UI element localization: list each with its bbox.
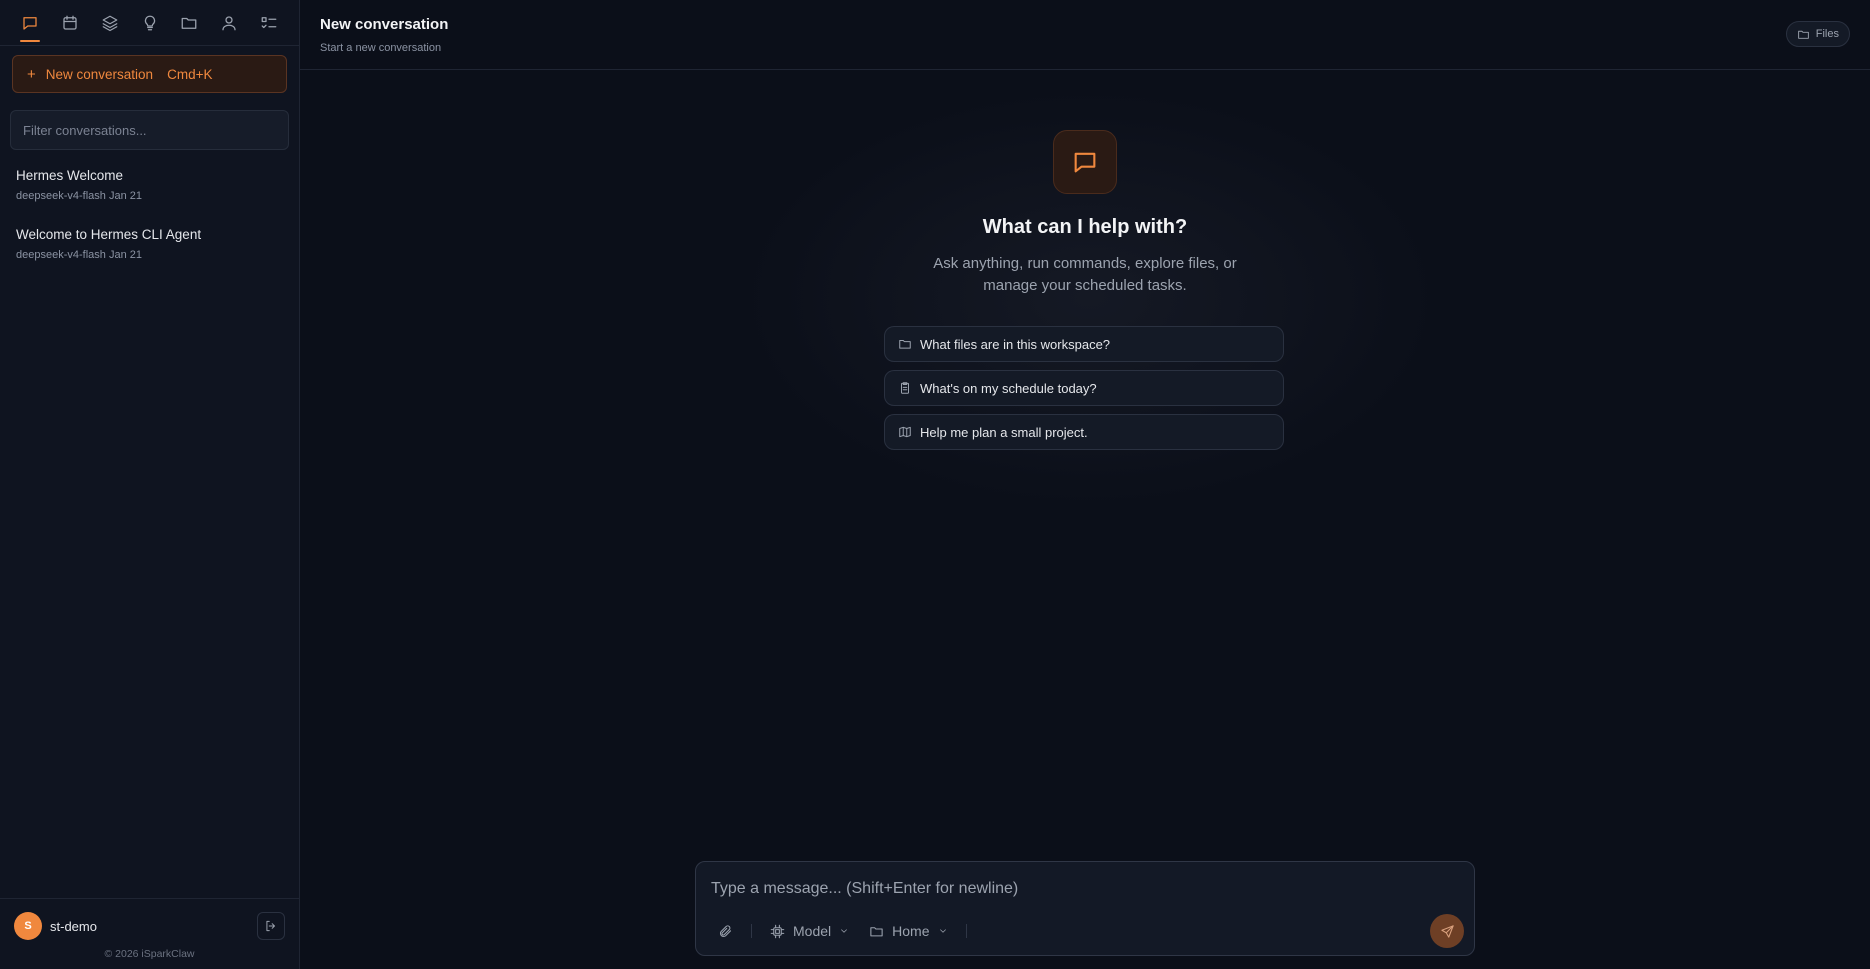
cpu-icon — [770, 924, 785, 938]
message-composer: Model Home — [695, 861, 1475, 956]
send-button[interactable] — [1430, 914, 1464, 948]
send-icon — [1440, 924, 1454, 938]
logout-icon — [266, 920, 275, 932]
checklist-icon[interactable] — [249, 0, 289, 46]
conversation-meta: deepseek-v4-flash Jan 21 — [16, 190, 283, 202]
suggestion-label: What's on my schedule today? — [920, 380, 1097, 396]
paperclip-icon — [720, 924, 732, 937]
avatar[interactable]: S — [14, 912, 42, 940]
empty-state-hero: What can I help with? Ask anything, run … — [300, 130, 1870, 297]
model-selector[interactable]: Model — [760, 916, 859, 946]
suggestion-button[interactable]: Help me plan a small project. — [884, 414, 1284, 450]
new-conversation-button[interactable]: + New conversation Cmd+K — [12, 55, 287, 93]
hero-title: What can I help with? — [982, 216, 1188, 238]
conversation-list: Hermes Welcome deepseek-v4-flash Jan 21 … — [0, 166, 299, 284]
main-panel: New conversation Start a new conversatio… — [300, 0, 1870, 969]
folder-icon[interactable] — [169, 0, 209, 46]
user-icon[interactable] — [209, 0, 249, 46]
map-icon — [899, 426, 911, 438]
conversation-title: Welcome to Hermes CLI Agent — [16, 227, 202, 242]
chat-bubble-icon — [1053, 130, 1117, 194]
conversation-date: Jan 21 — [108, 249, 142, 261]
new-conversation-label: New conversation — [45, 66, 154, 82]
suggestion-button[interactable]: What files are in this workspace? — [884, 326, 1284, 362]
conversation-meta: deepseek-v4-flash Jan 21 — [16, 249, 283, 261]
message-input[interactable] — [711, 876, 1451, 902]
layers-icon[interactable] — [90, 0, 130, 46]
chevron-down-icon — [939, 929, 946, 933]
user-row: S st-demo — [0, 899, 299, 943]
folder-icon — [1797, 30, 1809, 39]
lightbulb-icon[interactable] — [130, 0, 170, 46]
files-label: Files — [1815, 28, 1839, 40]
logout-button[interactable] — [257, 912, 285, 940]
folder-icon — [870, 926, 883, 936]
calendar-icon[interactable] — [50, 0, 90, 46]
workspace-label: Home — [892, 923, 930, 939]
chat-icon[interactable] — [10, 0, 50, 46]
toolbar-divider — [965, 924, 967, 938]
files-button[interactable]: Files — [1785, 21, 1850, 47]
clipboard-icon — [901, 382, 909, 394]
plus-icon: + — [27, 65, 36, 83]
conversation-model: deepseek-v4-flash — [16, 190, 106, 202]
conversation-model: deepseek-v4-flash — [16, 249, 106, 261]
main-header: New conversation Start a new conversatio… — [300, 0, 1870, 70]
chevron-down-icon — [841, 929, 847, 933]
toolbar-divider — [751, 924, 752, 938]
conversation-title: Hermes Welcome — [16, 168, 124, 183]
username: st-demo — [50, 918, 97, 934]
model-label: Model — [793, 923, 832, 939]
new-conversation-shortcut: Cmd+K — [167, 66, 213, 82]
filter-conversations-input[interactable] — [10, 110, 289, 150]
conversation-item[interactable]: Hermes Welcome deepseek-v4-flash Jan 21 — [0, 166, 299, 225]
suggestion-label: What files are in this workspace? — [920, 336, 1111, 352]
conversation-date: Jan 21 — [108, 190, 142, 202]
workspace-selector[interactable]: Home — [859, 916, 957, 946]
folder-icon — [899, 340, 911, 349]
page-subtitle: Start a new conversation — [320, 42, 442, 54]
copyright-text: © 2026 iSparkClaw — [104, 948, 195, 960]
suggestion-button[interactable]: What's on my schedule today? — [884, 370, 1284, 406]
sidebar-nav — [0, 0, 299, 46]
suggestion-label: Help me plan a small project. — [920, 424, 1088, 440]
conversation-item[interactable]: Welcome to Hermes CLI Agent deepseek-v4-… — [0, 225, 299, 284]
composer-toolbar: Model Home — [708, 916, 975, 946]
attach-button[interactable] — [708, 916, 743, 946]
hero-description: Ask anything, run commands, explore file… — [933, 255, 1237, 294]
sidebar: + New conversation Cmd+K Hermes Welcome … — [0, 0, 300, 969]
sidebar-footer: S st-demo © 2026 iSparkClaw — [0, 898, 299, 969]
suggestion-list: What files are in this workspace? What's… — [884, 326, 1284, 458]
app-root: + New conversation Cmd+K Hermes Welcome … — [0, 0, 1870, 969]
page-title: New conversation — [320, 16, 449, 33]
